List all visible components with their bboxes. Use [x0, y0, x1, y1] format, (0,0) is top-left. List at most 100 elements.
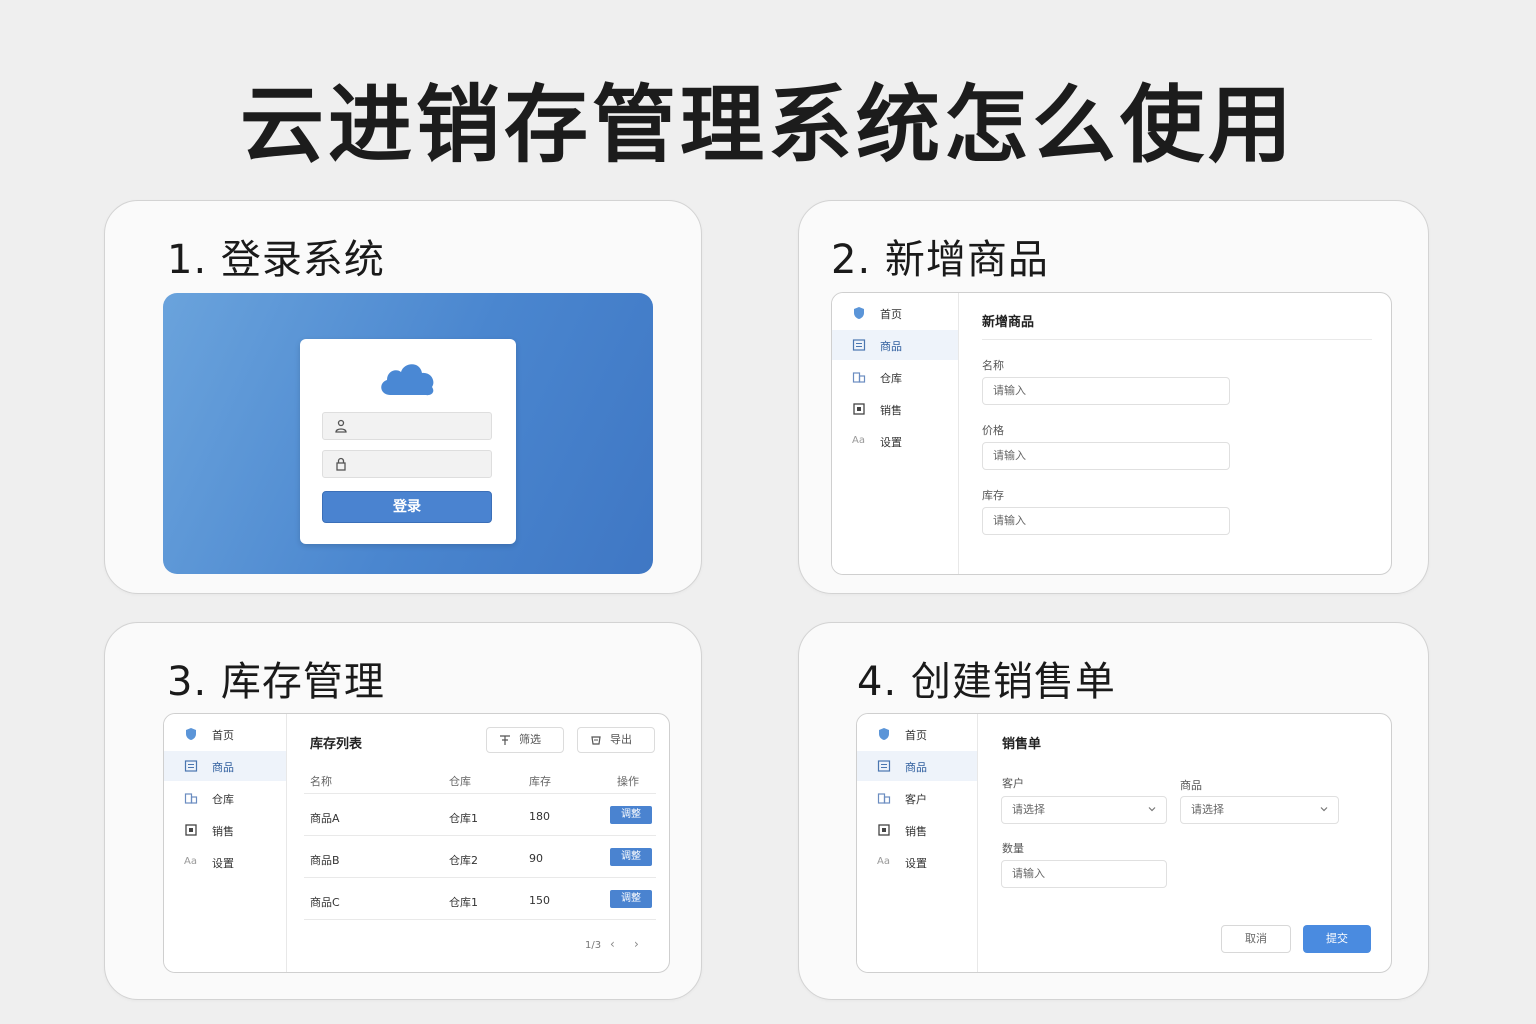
- divider: [304, 877, 656, 878]
- cell-name: 商品C: [310, 896, 340, 909]
- sidebar-item-products[interactable]: 商品: [164, 751, 286, 781]
- sidebar-item-home[interactable]: 首页: [857, 719, 977, 749]
- filter-label: 筛选: [519, 733, 541, 746]
- lock-icon: [336, 457, 346, 471]
- cell-name: 商品B: [310, 854, 340, 867]
- product-stock-input[interactable]: 请输入: [982, 507, 1230, 535]
- list-icon: [877, 760, 891, 772]
- cell-warehouse: 仓库2: [449, 854, 478, 867]
- export-button[interactable]: 导出: [577, 727, 655, 753]
- product-select[interactable]: 请选择: [1180, 796, 1339, 824]
- cell-stock: 150: [529, 894, 550, 907]
- divider: [304, 919, 656, 920]
- sidebar-item-label: 商品: [905, 761, 927, 774]
- field-label-name: 名称: [982, 359, 1004, 372]
- sidebar-item-settings[interactable]: Aa 设置: [164, 847, 286, 877]
- chevron-down-icon: [1148, 807, 1156, 812]
- login-button[interactable]: 登录: [322, 491, 492, 523]
- shield-icon: [854, 307, 864, 319]
- column-header: 操作: [617, 775, 639, 788]
- customer-select-value: 请选择: [1012, 803, 1045, 816]
- adjust-button[interactable]: 调整: [610, 848, 652, 866]
- sidebar-item-sales[interactable]: 销售: [857, 815, 977, 845]
- export-icon: [591, 736, 601, 745]
- sidebar-item-label: 销售: [212, 825, 234, 838]
- field-label-product: 商品: [1180, 779, 1202, 792]
- sidebar-item-warehouse[interactable]: 仓库: [832, 362, 958, 392]
- field-label-price: 价格: [982, 424, 1004, 437]
- sidebar-item-label: 销售: [880, 404, 902, 417]
- product-select-value: 请选择: [1191, 803, 1224, 816]
- sidebar-item-warehouse[interactable]: 仓库: [164, 783, 286, 813]
- product-name-input[interactable]: 请输入: [982, 377, 1230, 405]
- calendar-icon: [185, 824, 197, 836]
- step-title: 2. 新增商品: [831, 237, 1049, 283]
- sidebar-item-products[interactable]: 商品: [832, 330, 958, 360]
- sidebar-item-label: 首页: [905, 729, 927, 742]
- sidebar-item-label: 销售: [905, 825, 927, 838]
- divider: [304, 793, 656, 794]
- product-price-input[interactable]: 请输入: [982, 442, 1230, 470]
- sidebar-item-label: 仓库: [212, 793, 234, 806]
- list-icon: [184, 760, 198, 772]
- customer-select[interactable]: 请选择: [1001, 796, 1167, 824]
- sidebar-item-customers[interactable]: 客户: [857, 783, 977, 813]
- font-icon: Aa: [877, 856, 890, 867]
- chevron-down-icon: [1320, 807, 1328, 812]
- adjust-button[interactable]: 调整: [610, 890, 652, 908]
- user-icon: [335, 419, 347, 433]
- sidebar-item-label: 设置: [905, 857, 927, 870]
- sidebar-item-sales[interactable]: 销售: [164, 815, 286, 845]
- next-page-icon[interactable]: ›: [634, 937, 639, 951]
- cloud-icon: [381, 364, 434, 396]
- calendar-icon: [878, 824, 890, 836]
- username-input[interactable]: [322, 412, 492, 440]
- adjust-button[interactable]: 调整: [610, 806, 652, 824]
- filter-icon: [500, 735, 510, 745]
- step-card-add-product: 2. 新增商品 首页 商品 仓库 销售 Aa 设置 新增商品 名称 请输入 价格…: [798, 200, 1429, 594]
- quantity-input[interactable]: 请输入: [1001, 860, 1167, 888]
- list-icon: [852, 339, 866, 351]
- sidebar-item-settings[interactable]: Aa 设置: [832, 426, 958, 456]
- step-card-login: 1. 登录系统 登录: [104, 200, 702, 594]
- column-header: 名称: [310, 775, 332, 788]
- submit-button[interactable]: 提交: [1303, 925, 1371, 953]
- filter-button[interactable]: 筛选: [486, 727, 564, 753]
- field-label-customer: 客户: [1002, 777, 1024, 790]
- shield-icon: [879, 728, 889, 740]
- form-heading: 销售单: [1002, 737, 1042, 752]
- field-label-stock: 库存: [982, 489, 1004, 502]
- font-icon: Aa: [184, 856, 197, 867]
- sidebar-item-products[interactable]: 商品: [857, 751, 977, 781]
- sidebar: 首页 商品 仓库 销售 Aa 设置: [832, 293, 959, 574]
- export-label: 导出: [610, 733, 632, 746]
- sidebar-item-label: 首页: [880, 308, 902, 321]
- divider: [982, 339, 1372, 340]
- sidebar-item-label: 客户: [905, 793, 927, 806]
- step-card-inventory: 3. 库存管理 首页 商品 仓库 销售 Aa 设置 库存列表 筛选 导出 名称 …: [104, 622, 702, 1000]
- step-title: 1. 登录系统: [167, 237, 385, 283]
- password-input[interactable]: [322, 450, 492, 478]
- cell-warehouse: 仓库1: [449, 896, 478, 909]
- font-icon: Aa: [852, 435, 865, 446]
- sidebar-item-sales[interactable]: 销售: [832, 394, 958, 424]
- page-title: 云进销存管理系统怎么使用: [239, 76, 1296, 174]
- sidebar-item-home[interactable]: 首页: [164, 719, 286, 749]
- form-heading: 新增商品: [982, 315, 1035, 330]
- sidebar: 首页 商品 仓库 销售 Aa 设置: [164, 714, 287, 972]
- cell-stock: 180: [529, 810, 550, 823]
- calendar-icon: [853, 403, 865, 415]
- sidebar: 首页 商品 客户 销售 Aa 设置: [857, 714, 978, 972]
- sidebar-item-label: 商品: [880, 340, 902, 353]
- sidebar-item-label: 商品: [212, 761, 234, 774]
- sidebar-item-label: 仓库: [880, 372, 902, 385]
- login-screen: 登录: [163, 293, 653, 574]
- app-window: 首页 商品 仓库 销售 Aa 设置 新增商品 名称 请输入 价格 请输入 库存 …: [831, 292, 1392, 575]
- step-title: 4. 创建销售单: [857, 659, 1116, 705]
- step-card-sales-order: 4. 创建销售单 首页 商品 客户 销售 Aa 设置 销售单 客户 请选择 商品…: [798, 622, 1429, 1000]
- cancel-button[interactable]: 取消: [1221, 925, 1291, 953]
- sidebar-item-settings[interactable]: Aa 设置: [857, 847, 977, 877]
- sidebar-item-label: 设置: [212, 857, 234, 870]
- prev-page-icon[interactable]: ‹: [610, 937, 615, 951]
- sidebar-item-home[interactable]: 首页: [832, 298, 958, 328]
